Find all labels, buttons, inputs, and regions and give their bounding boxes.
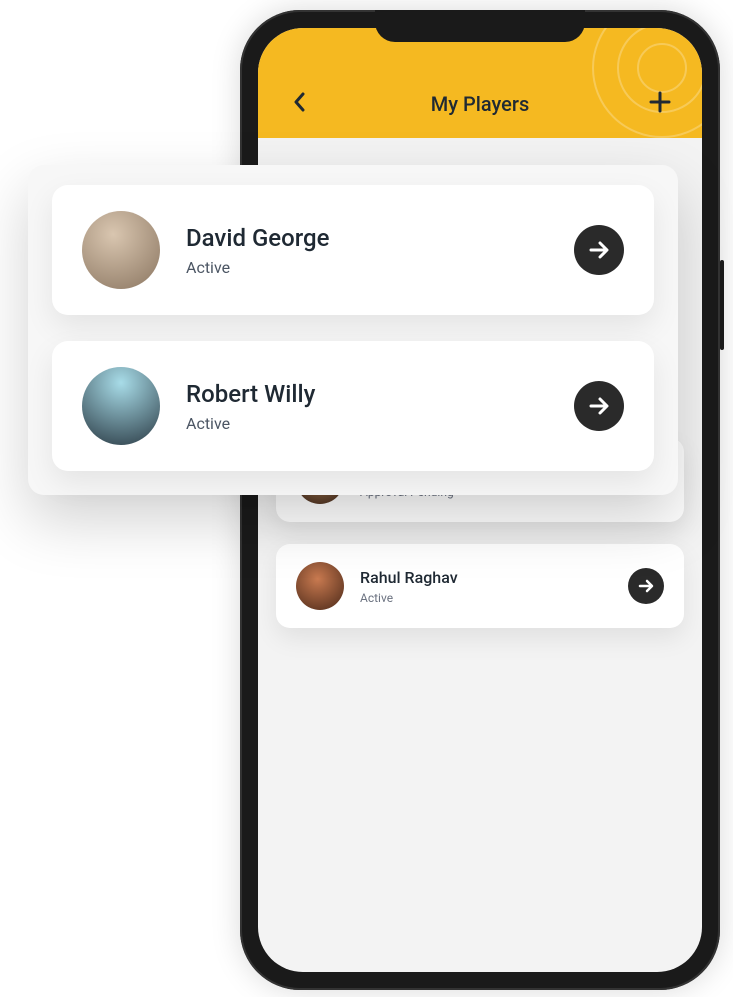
player-status: Active bbox=[186, 258, 574, 277]
add-player-button[interactable] bbox=[646, 88, 674, 116]
player-name: David George bbox=[186, 224, 574, 252]
app-header: My Players bbox=[258, 28, 702, 138]
phone-notch bbox=[375, 10, 585, 42]
player-card[interactable]: Rahul Raghav Active bbox=[276, 544, 684, 628]
avatar bbox=[296, 562, 344, 610]
player-card[interactable]: Robert Willy Active bbox=[52, 341, 654, 471]
arrow-right-icon bbox=[587, 394, 611, 418]
player-status: Active bbox=[360, 591, 628, 605]
plus-icon bbox=[649, 91, 671, 113]
avatar bbox=[82, 211, 160, 289]
player-status: Active bbox=[186, 414, 574, 433]
player-name: Robert Willy bbox=[186, 380, 574, 408]
player-preview-overlay: David George Active Robert Willy Active bbox=[28, 165, 678, 495]
arrow-right-icon bbox=[587, 238, 611, 262]
page-title: My Players bbox=[431, 92, 530, 116]
chevron-left-icon bbox=[293, 92, 307, 112]
phone-frame: My Players David George Active R bbox=[240, 10, 720, 990]
view-player-button[interactable] bbox=[574, 225, 624, 275]
player-name: Rahul Raghav bbox=[360, 568, 628, 587]
back-button[interactable] bbox=[286, 88, 314, 116]
player-card[interactable]: David George Active bbox=[52, 185, 654, 315]
avatar bbox=[82, 367, 160, 445]
arrow-right-icon bbox=[637, 577, 655, 595]
view-player-button[interactable] bbox=[628, 568, 664, 604]
view-player-button[interactable] bbox=[574, 381, 624, 431]
